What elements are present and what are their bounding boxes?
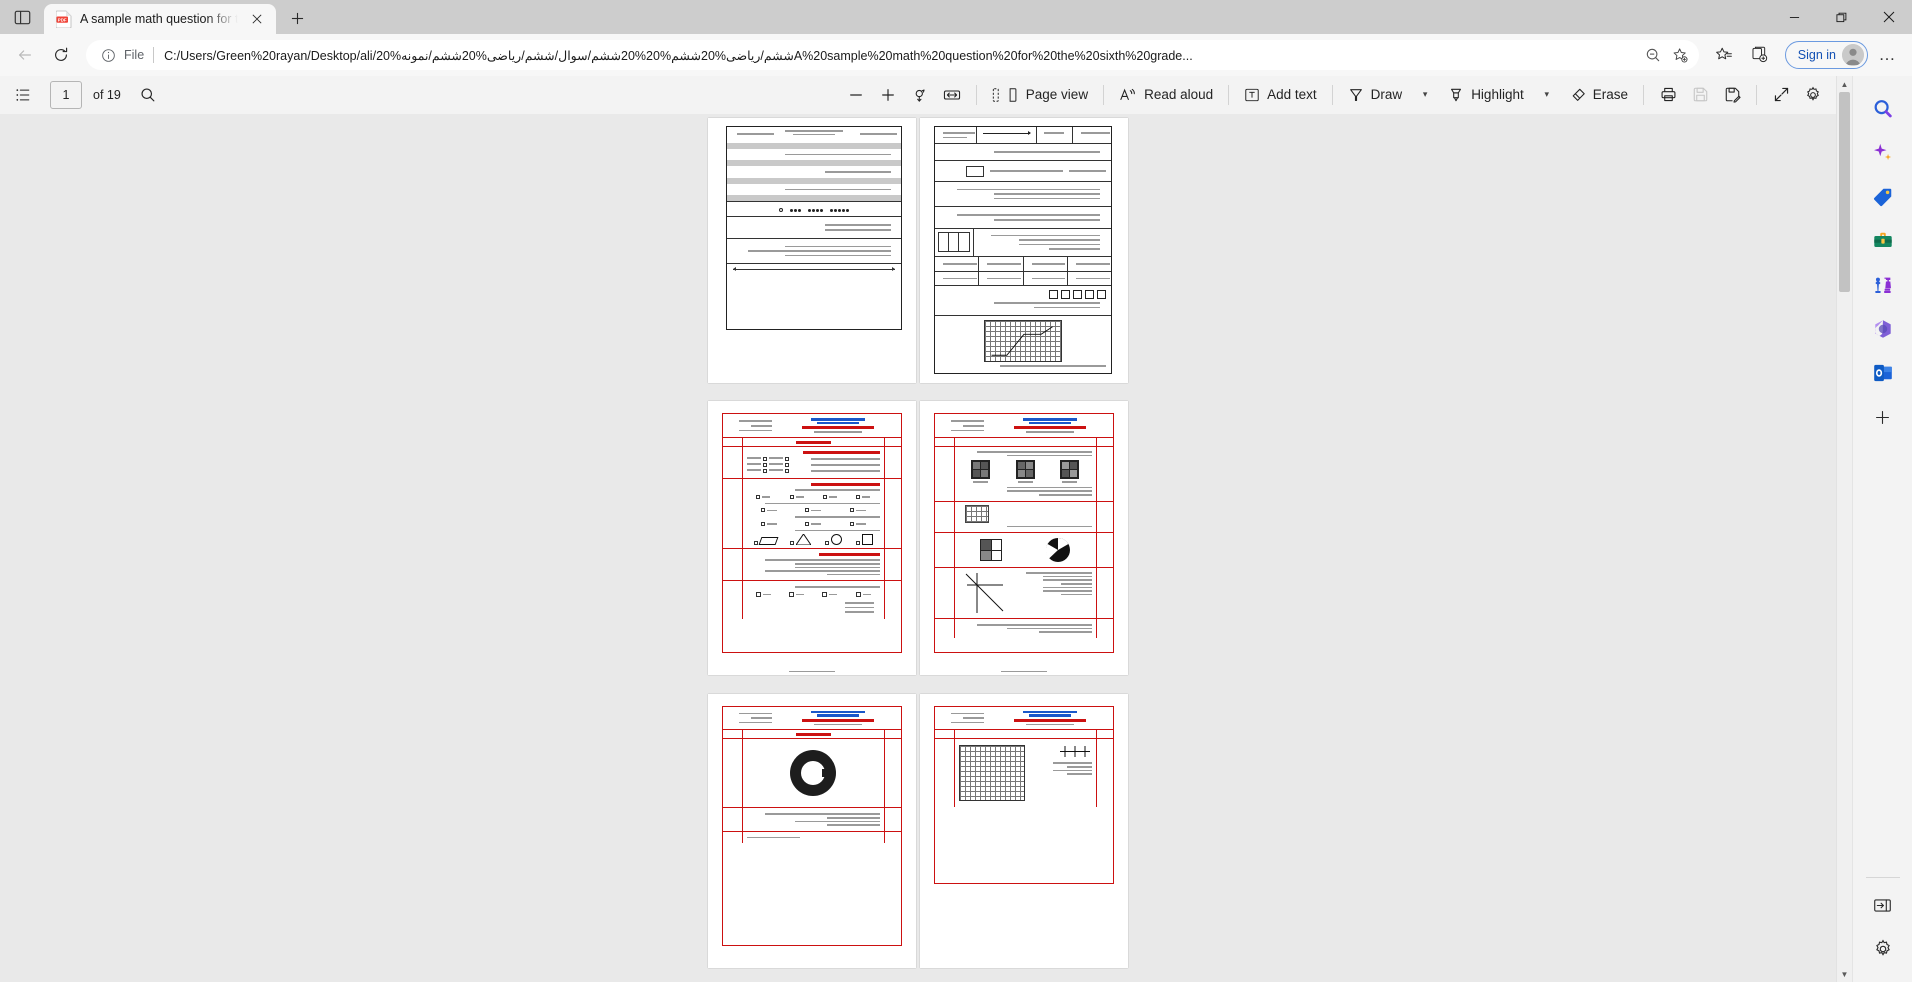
pdf-icon: PDF bbox=[55, 10, 72, 29]
title-bar: PDF A sample math question for the s bbox=[0, 0, 1912, 34]
draw-label: Draw bbox=[1370, 87, 1403, 102]
zoom-in-button[interactable] bbox=[873, 80, 903, 110]
sidebar-settings-icon[interactable] bbox=[1864, 930, 1902, 968]
minimize-button[interactable] bbox=[1771, 0, 1818, 34]
edge-sidebar bbox=[1852, 76, 1912, 982]
search-icon[interactable] bbox=[1864, 90, 1902, 128]
url-scheme-label: File bbox=[124, 48, 145, 62]
omnibox-actions bbox=[1639, 42, 1695, 68]
zoom-out-button[interactable] bbox=[841, 80, 871, 110]
copilot-icon[interactable] bbox=[1864, 134, 1902, 172]
chevron-down-icon-2: ▾ bbox=[1544, 89, 1549, 99]
read-aloud-button[interactable]: Read aloud bbox=[1113, 80, 1219, 110]
erase-label: Erase bbox=[1592, 87, 1628, 102]
page-total-label: of 19 bbox=[93, 87, 121, 102]
browser-content: 1 of 19 Page view Read aloud Add text Dr… bbox=[0, 76, 1912, 982]
maximize-restore-button[interactable] bbox=[1818, 0, 1865, 34]
rotate-icon[interactable] bbox=[905, 80, 935, 110]
sign-in-label: Sign in bbox=[1797, 48, 1836, 62]
edge-sidebar-bottom bbox=[1853, 871, 1912, 974]
add-favorite-icon[interactable] bbox=[1667, 42, 1695, 68]
outlook-icon[interactable] bbox=[1864, 354, 1902, 392]
pdf-page-1[interactable] bbox=[708, 118, 916, 383]
pdf-toolbar: 1 of 19 Page view Read aloud Add text Dr… bbox=[0, 76, 1836, 114]
add-text-button[interactable]: Add text bbox=[1238, 80, 1323, 110]
scroll-up-arrow[interactable]: ▲ bbox=[1837, 76, 1852, 92]
new-tab-button[interactable] bbox=[282, 3, 312, 33]
print-button[interactable] bbox=[1653, 80, 1683, 110]
save-as-button[interactable] bbox=[1717, 80, 1747, 110]
info-circle-icon[interactable] bbox=[96, 43, 120, 67]
address-bar[interactable]: File C:/Users/Green%20rayan/Desktop/ali/… bbox=[86, 40, 1699, 70]
draw-options-chevron[interactable]: ▾ bbox=[1410, 80, 1440, 110]
pdf-page-grid bbox=[708, 114, 1128, 982]
tab-actions-icon[interactable] bbox=[0, 0, 44, 34]
pdf-page-6[interactable] bbox=[920, 693, 1128, 968]
navigation-bar: File C:/Users/Green%20rayan/Desktop/ali/… bbox=[0, 34, 1912, 76]
scrollbar-thumb[interactable] bbox=[1839, 92, 1850, 292]
toolbar-divider bbox=[975, 84, 977, 105]
draw-button[interactable]: Draw bbox=[1342, 80, 1409, 110]
tools-icon[interactable] bbox=[1864, 222, 1902, 260]
toolbar-divider-6 bbox=[1756, 84, 1757, 105]
pie-diagram bbox=[1045, 538, 1070, 563]
url-text[interactable]: C:/Users/Green%20rayan/Desktop/ali/ششم/ر… bbox=[154, 48, 1639, 63]
favorites-icon[interactable] bbox=[1707, 38, 1741, 72]
toolbar-divider-4 bbox=[1331, 84, 1333, 105]
add-text-label: Add text bbox=[1267, 87, 1317, 102]
vertical-scrollbar[interactable]: ▲ ▼ bbox=[1836, 76, 1852, 982]
back-button[interactable] bbox=[8, 38, 42, 72]
highlight-label: Highlight bbox=[1471, 87, 1524, 102]
highlight-options-chevron[interactable]: ▾ bbox=[1532, 80, 1562, 110]
read-aloud-label: Read aloud bbox=[1144, 87, 1214, 102]
fullscreen-button[interactable] bbox=[1766, 80, 1796, 110]
window-controls bbox=[1771, 0, 1912, 34]
collections-icon[interactable] bbox=[1743, 38, 1777, 72]
pdf-page-5[interactable] bbox=[708, 693, 916, 968]
save-button[interactable] bbox=[1685, 80, 1715, 110]
zoom-out-icon[interactable] bbox=[1639, 42, 1667, 68]
tab-title: A sample math question for the s bbox=[80, 12, 238, 26]
reload-button[interactable] bbox=[44, 38, 78, 72]
add-icon[interactable] bbox=[1864, 398, 1902, 436]
pdf-page-2[interactable] bbox=[920, 118, 1128, 383]
scroll-down-arrow[interactable]: ▼ bbox=[1837, 966, 1852, 982]
toolbar-divider-3 bbox=[1228, 84, 1230, 105]
pdf-viewer: 1 of 19 Page view Read aloud Add text Dr… bbox=[0, 76, 1836, 982]
games-icon[interactable] bbox=[1864, 266, 1902, 304]
microsoft365-icon[interactable] bbox=[1864, 310, 1902, 348]
show-sidebar-icon[interactable] bbox=[1864, 886, 1902, 924]
gear-icon[interactable] bbox=[1798, 80, 1828, 110]
highlight-button[interactable]: Highlight bbox=[1442, 80, 1530, 110]
chevron-down-icon: ▾ bbox=[1422, 89, 1428, 99]
svg-text:PDF: PDF bbox=[58, 17, 67, 22]
circle-diagram bbox=[790, 750, 837, 797]
search-icon[interactable] bbox=[133, 80, 163, 110]
pdf-page-3[interactable] bbox=[708, 401, 916, 676]
toolbar-divider-5 bbox=[1643, 84, 1644, 105]
browser-more-menu[interactable]: … bbox=[1872, 39, 1904, 71]
close-window-button[interactable] bbox=[1865, 0, 1912, 34]
page-view-label: Page view bbox=[1025, 87, 1089, 102]
sidebar-divider bbox=[1865, 877, 1900, 878]
pdf-page-4[interactable] bbox=[920, 401, 1128, 676]
toolbar-divider-2 bbox=[1103, 84, 1105, 105]
close-icon[interactable] bbox=[246, 8, 268, 30]
avatar[interactable] bbox=[1842, 44, 1864, 66]
page-list-icon[interactable] bbox=[8, 80, 38, 110]
shopping-icon[interactable] bbox=[1864, 178, 1902, 216]
pdf-page-canvas[interactable] bbox=[0, 114, 1836, 982]
browser-tab-active[interactable]: PDF A sample math question for the s bbox=[44, 4, 276, 34]
sign-in-button[interactable]: Sign in bbox=[1784, 41, 1868, 69]
page-view-button[interactable]: Page view bbox=[986, 80, 1094, 110]
erase-button[interactable]: Erase bbox=[1564, 80, 1634, 110]
fit-width-icon[interactable] bbox=[937, 80, 967, 110]
page-number-input[interactable]: 1 bbox=[50, 80, 82, 109]
